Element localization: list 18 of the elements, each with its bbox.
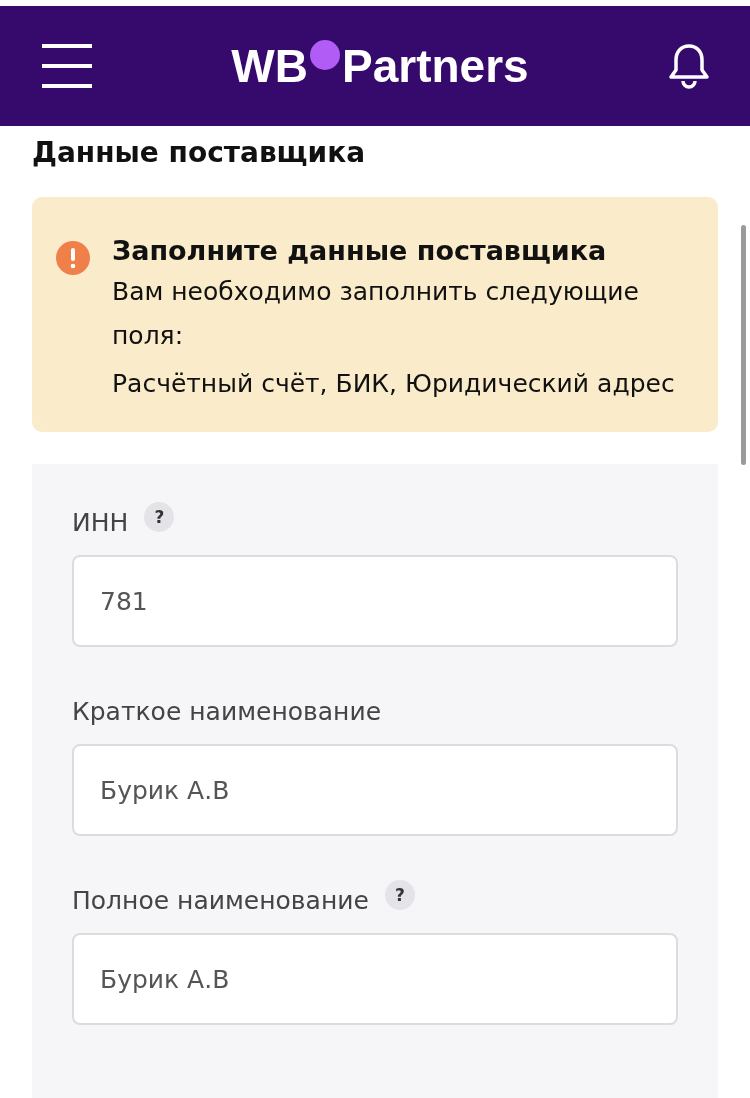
input-field[interactable]: 781 (72, 555, 678, 647)
warning-text: Вам необходимо заполнить следующие поля: (112, 276, 640, 352)
field-label: ИНН (72, 508, 129, 537)
input-field[interactable]: Бурик А.В (72, 744, 678, 836)
logo-text: WB (231, 39, 308, 93)
menu-icon[interactable] (42, 44, 92, 88)
field-label: Краткое наименование (72, 697, 382, 726)
warning-title: Заполните данные поставщика (112, 235, 608, 266)
input-field[interactable]: Бурик А.В (72, 933, 678, 1025)
logo-text: Partners (342, 39, 529, 93)
bell-icon[interactable] (668, 43, 710, 89)
warning-text: Расчётный счёт, БИК, Юридический адрес (112, 368, 676, 400)
warning-icon (56, 241, 90, 275)
logo-dot-icon (310, 40, 340, 70)
page-title: Данные поставщика (31, 135, 367, 169)
field-label: Полное наименование (72, 886, 369, 915)
help-badge[interactable]: ? (144, 502, 175, 532)
help-badge[interactable]: ? (384, 880, 415, 910)
